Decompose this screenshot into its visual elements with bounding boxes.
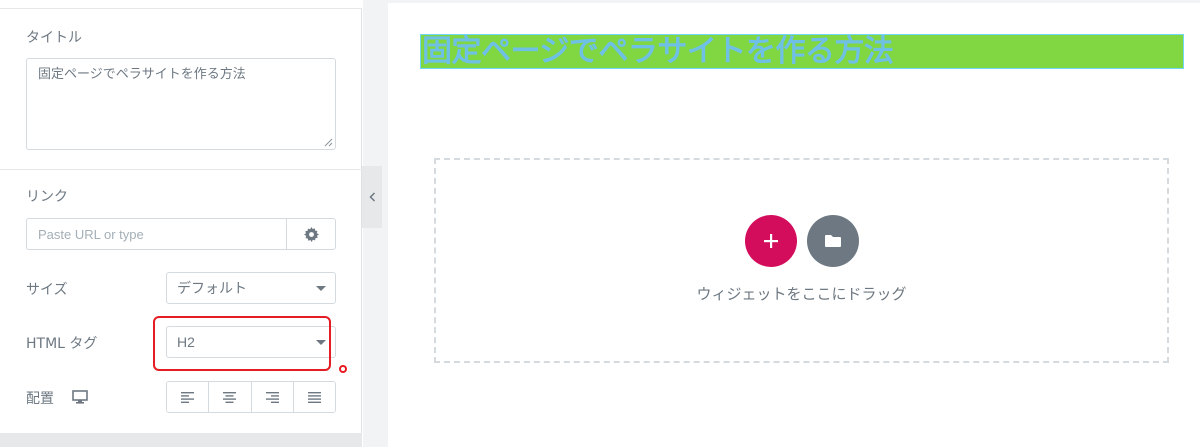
chevron-down-icon [316,286,326,291]
panel-collapse-handle[interactable] [362,166,382,228]
chevron-left-icon [368,192,375,202]
canvas-top-strip [388,0,1200,3]
link-options-button[interactable] [286,218,336,250]
url-input[interactable] [26,218,286,250]
html-tag-select[interactable]: H2 [166,326,336,358]
html-tag-select-value: H2 [177,334,195,350]
section-divider [0,169,362,170]
align-right-button[interactable] [251,382,294,412]
align-left-icon [181,391,195,403]
align-right-icon [265,391,279,403]
align-left-button[interactable] [167,382,210,412]
plus-icon [764,234,778,248]
settings-panel: タイトル 固定ページでペラサイトを作る方法 リンク サイズ デフォルト HTML… [0,0,362,447]
align-center-icon [223,391,237,403]
heading-text: 固定ページでペラサイトを作る方法 [422,34,894,69]
link-label: リンク [26,189,68,205]
add-template-button[interactable] [807,215,859,267]
alignment-button-group [166,381,336,413]
align-justify-icon [307,391,321,403]
highlight-annotation-dot [339,365,347,373]
size-select-value: デフォルト [177,281,247,297]
folder-icon [825,235,841,247]
size-label: サイズ [26,282,68,298]
empty-section-dropzone[interactable]: ウィジェットをここにドラッグ [434,158,1169,363]
title-label: タイトル [26,30,82,46]
desktop-icon[interactable] [72,390,88,404]
panel-bottom-section [0,433,362,447]
title-textarea-value: 固定ページでペラサイトを作る方法 [38,67,246,82]
align-justify-button[interactable] [293,382,335,412]
preview-canvas: 固定ページでペラサイトを作る方法 ウィジェットをここにドラッグ [388,0,1200,447]
add-section-button[interactable] [745,215,797,267]
html-tag-label: HTML タグ [26,336,98,352]
chevron-down-icon [316,340,326,345]
title-textarea[interactable]: 固定ページでペラサイトを作る方法 [26,58,336,150]
gear-icon [303,226,319,242]
drop-hint-text: ウィジェットをここにドラッグ [696,285,907,303]
resize-grip-icon[interactable] [324,138,333,147]
panel-top-divider [0,0,362,9]
align-label: 配置 [26,391,54,407]
align-center-button[interactable] [209,382,252,412]
size-select[interactable]: デフォルト [166,272,336,304]
heading-widget[interactable]: 固定ページでペラサイトを作る方法 [420,34,1184,69]
